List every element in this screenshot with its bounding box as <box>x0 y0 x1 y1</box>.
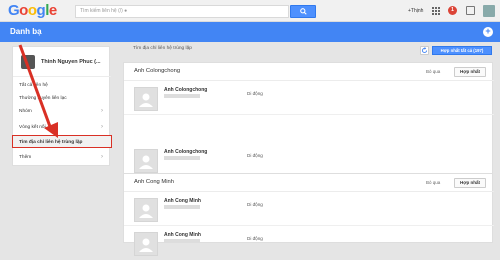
contact-photo <box>134 198 158 222</box>
list-item[interactable]: Anh Colongchong Di động <box>124 81 494 115</box>
phone-type: Di động <box>247 91 263 96</box>
user-name-link[interactable]: +Thịnh <box>408 8 423 14</box>
redacted-info <box>164 156 200 160</box>
group-name: Anh Cong Minh <box>134 179 174 185</box>
group-name: Anh Colongchong <box>134 68 181 74</box>
app-header: Danh bạ + <box>0 22 500 42</box>
chevron-right-icon: › <box>101 124 103 130</box>
sidebar-user-name: Thinh Nguyen Phuc (... <box>41 59 101 65</box>
sidebar-item-circles[interactable]: Vòng kết nối › <box>13 121 111 134</box>
person-icon <box>139 155 153 169</box>
merge-button[interactable]: Hợp nhất <box>454 178 486 188</box>
page-title[interactable]: Danh bạ <box>10 27 42 36</box>
merge-all-button[interactable]: Hợp nhất tất cả (197) <box>432 46 492 55</box>
sidebar-item-label: Thêm <box>19 155 32 160</box>
phone-type: Di động <box>247 202 263 207</box>
skip-button[interactable]: Bỏ qua <box>426 69 440 74</box>
add-contact-button[interactable]: + <box>483 27 493 37</box>
logo-letter: e <box>48 2 57 19</box>
logo-letter: o <box>19 2 28 19</box>
redacted-info <box>164 94 200 98</box>
sidebar-item-label: Thường xuyên liên lạc <box>19 96 67 101</box>
sidebar-item-find-duplicates[interactable]: Tìm địa chỉ liên hệ trùng lặp <box>12 135 112 148</box>
search-input[interactable]: Tìm kiếm liên hệ (/) ● <box>75 5 289 18</box>
chevron-right-icon: › <box>101 154 103 160</box>
person-icon <box>139 204 153 218</box>
search-icon <box>300 8 307 15</box>
search-button[interactable] <box>290 5 316 18</box>
phone-type: Di động <box>247 153 263 158</box>
sidebar-item-label: Nhóm <box>19 109 32 114</box>
list-item[interactable]: Anh Cong Minh Di động <box>124 192 494 226</box>
sidebar-item-frequent[interactable]: Thường xuyên liên lạc <box>13 92 111 105</box>
section-heading: Tìm địa chỉ liên hệ trùng lặp <box>133 46 192 51</box>
refresh-icon <box>421 47 428 54</box>
top-bar: Google Tìm kiếm liên hệ (/) ● +Thịnh 1 <box>0 0 500 22</box>
sidebar-item-groups[interactable]: Nhóm › <box>13 105 111 118</box>
main-content: Tìm địa chỉ liên hệ trùng lặp Hợp nhất t… <box>123 42 494 256</box>
refresh-button[interactable] <box>420 46 429 55</box>
contact-photo <box>134 149 158 173</box>
person-icon <box>139 238 153 252</box>
sidebar: Thinh Nguyen Phuc (... Tất cả liên hệ Th… <box>12 46 112 166</box>
notification-badge[interactable]: 1 <box>448 6 457 15</box>
sidebar-item-label: Tất cả liên hệ <box>19 83 48 88</box>
duplicates-header: Tìm địa chỉ liên hệ trùng lặp Hợp nhất t… <box>123 42 493 58</box>
sidebar-user[interactable]: Thinh Nguyen Phuc (... <box>13 47 111 77</box>
contact-name: Anh Cong Minh <box>164 232 201 238</box>
skip-button[interactable]: Bỏ qua <box>426 180 440 185</box>
group-header: Anh Cong Minh Bỏ qua Hợp nhất <box>124 174 494 192</box>
account-avatar[interactable] <box>483 5 495 17</box>
logo-letter: G <box>8 2 20 19</box>
apps-grid-icon[interactable] <box>432 7 440 15</box>
user-avatar <box>21 55 35 69</box>
share-icon[interactable] <box>466 6 475 15</box>
duplicate-group: Anh Colongchong Bỏ qua Hợp nhất Anh Colo… <box>123 62 494 182</box>
sidebar-item-all-contacts[interactable]: Tất cả liên hệ <box>13 79 111 92</box>
sidebar-item-more[interactable]: Thêm › <box>13 151 111 164</box>
sidebar-item-label: Vòng kết nối <box>19 125 46 130</box>
phone-type: Di động <box>247 236 263 241</box>
redacted-info <box>164 205 200 209</box>
list-item[interactable]: Anh Colongchong Di động <box>124 143 494 177</box>
merge-button[interactable]: Hợp nhất <box>454 67 486 77</box>
contact-photo <box>134 232 158 256</box>
contact-name: Anh Cong Minh <box>164 198 201 204</box>
logo-letter: g <box>36 2 46 19</box>
google-logo[interactable]: Google <box>8 2 57 19</box>
contact-photo <box>134 87 158 111</box>
contact-name: Anh Colongchong <box>164 87 208 93</box>
contact-name: Anh Colongchong <box>164 149 208 155</box>
logo-letter: o <box>27 2 37 19</box>
group-header: Anh Colongchong Bỏ qua Hợp nhất <box>124 63 494 81</box>
duplicate-group: Anh Cong Minh Bỏ qua Hợp nhất Anh Cong M… <box>123 173 494 256</box>
person-icon <box>139 93 153 107</box>
list-item[interactable]: Anh Cong Minh Di động <box>124 226 494 260</box>
chevron-right-icon: › <box>101 108 103 114</box>
sidebar-item-label: Tìm địa chỉ liên hệ trùng lặp <box>19 140 83 145</box>
